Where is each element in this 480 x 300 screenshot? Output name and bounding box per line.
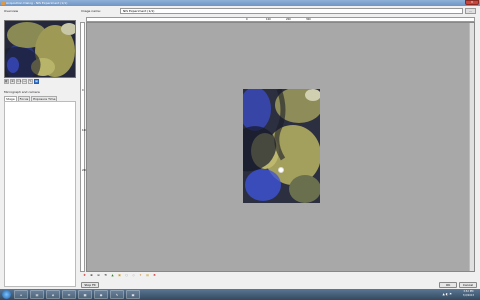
clock-time: 3:52 PM <box>463 290 474 293</box>
taskbar-app-media[interactable]: ◈ <box>46 290 60 299</box>
taskbar-app-explorer[interactable]: ▤ <box>30 290 44 299</box>
layers-icon[interactable]: ▤ <box>145 273 150 278</box>
browse-button[interactable]: ... <box>465 8 476 14</box>
triangle-icon[interactable]: ▲ <box>110 273 115 278</box>
app-icon <box>1 1 5 5</box>
image-name-input[interactable]: NIS Experiment (1/1) <box>120 8 463 14</box>
tool-draw[interactable]: ✎ <box>28 79 33 84</box>
start-button[interactable] <box>2 290 11 299</box>
overview-toolbar: ◧ ⊕ 1:1 ↔ ✎ ⊞ <box>4 79 39 84</box>
settings-label: Micrograph and camera <box>4 90 40 94</box>
rotate-icon[interactable]: ⟲ <box>103 273 108 278</box>
overview-image <box>5 21 75 77</box>
rectangle-icon[interactable]: ▣ <box>117 273 122 278</box>
star-icon[interactable]: ✦ <box>138 273 143 278</box>
left-panel: Overview ◧ ⊕ 1:1 ↔ ✎ ⊞ Micrograph and ca… <box>0 6 80 287</box>
circle-icon[interactable]: ○ <box>124 273 129 278</box>
ok-button[interactable]: OK <box>439 282 457 288</box>
vertical-scrollbar[interactable] <box>469 23 474 271</box>
cancel-button[interactable]: Cancel <box>459 282 477 288</box>
tool-actual-size[interactable]: 1:1 <box>16 79 22 84</box>
ruler-h-tick: 0 <box>246 18 248 21</box>
acquisition-canvas[interactable] <box>86 22 475 272</box>
stop-fit-button[interactable]: Stop Fit <box>81 282 99 288</box>
taskbar-app-mail[interactable]: ✉ <box>62 290 76 299</box>
taskbar: e ▤ ◈ ✉ ▦ ◉ ✎ ▣ ▲ ◐ ⚑ 3:52 PM 7/2/2013 <box>0 289 480 300</box>
taskbar-app-editor[interactable]: ✎ <box>110 290 124 299</box>
zoom-in-icon[interactable]: ⊕ <box>89 273 94 278</box>
overview-label: Overview <box>4 9 19 13</box>
image-name-label: Image name: <box>81 9 101 13</box>
vertical-ruler: 0 100 200 <box>80 22 87 272</box>
specimen-image[interactable] <box>243 89 320 203</box>
overview-preview[interactable] <box>4 20 76 78</box>
ruler-h-tick: 300 <box>306 18 311 21</box>
taskbar-app-nis[interactable]: ▣ <box>126 290 140 299</box>
close-button[interactable]: ✕ <box>465 0 479 5</box>
taskbar-app-spreadsheet[interactable]: ▦ <box>78 290 92 299</box>
position-marker[interactable] <box>278 167 284 173</box>
tab-content <box>4 101 76 287</box>
taskbar-app-browser[interactable]: e <box>14 290 28 299</box>
main-area: Image name: NIS Experiment (1/1) ... 0 1… <box>80 6 480 285</box>
system-tray-icons[interactable]: ▲ ◐ ⚑ <box>442 292 452 296</box>
clock-date: 7/2/2013 <box>462 293 474 297</box>
taskbar-clock[interactable]: 3:52 PM 7/2/2013 <box>463 290 474 297</box>
tool-select[interactable]: ◧ <box>4 79 9 84</box>
tool-fit[interactable]: ↔ <box>22 79 27 84</box>
specimen-picture <box>243 89 320 203</box>
taskbar-app-camera[interactable]: ◉ <box>94 290 108 299</box>
zoom-out-icon[interactable]: ⊖ <box>96 273 101 278</box>
tool-zoom[interactable]: ⊕ <box>10 79 15 84</box>
add-point-icon[interactable]: ✚ <box>82 273 87 278</box>
tool-grid[interactable]: ⊞ <box>34 79 39 84</box>
bottom-toolbar: ✚ ⊕ ⊖ ⟲ ▲ ▣ ○ ◇ ✦ ▤ ✖ <box>82 273 157 279</box>
ruler-v-tick: 0 <box>82 89 84 92</box>
delete-icon[interactable]: ✖ <box>152 273 157 278</box>
window-title: Acquisition Dialog - NIS Experiment (1/1… <box>6 1 68 5</box>
diamond-icon[interactable]: ◇ <box>131 273 136 278</box>
ruler-h-tick: 200 <box>286 18 291 21</box>
ruler-h-tick: 100 <box>266 18 271 21</box>
